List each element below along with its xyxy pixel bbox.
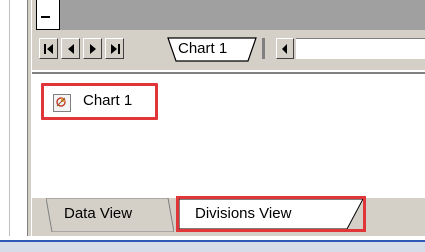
tab-data-view[interactable]: Data View — [46, 198, 174, 232]
sheet-tab-label: Chart 1 — [178, 40, 228, 57]
cell-stub — [36, 0, 60, 30]
sheet-tab-chart-1[interactable]: Chart 1 — [164, 36, 260, 62]
cell-dash — [41, 16, 50, 18]
first-sheet-button[interactable] — [39, 38, 58, 59]
tab-divisions-view-label: Divisions View — [195, 205, 292, 222]
left-divider — [9, 0, 10, 236]
tab-data-view-label: Data View — [64, 205, 133, 222]
chart-icon — [53, 94, 71, 112]
tab-separator — [262, 38, 265, 59]
tree-item-chart-1[interactable]: Chart 1 — [41, 83, 158, 120]
scroll-left-icon — [282, 43, 287, 54]
grid-header — [40, 0, 425, 30]
last-sheet-button[interactable] — [105, 38, 124, 59]
last-sheet-icon — [110, 43, 120, 54]
horizontal-scrollbar[interactable] — [296, 38, 425, 59]
tab-scroll-left-button[interactable] — [276, 38, 294, 59]
next-sheet-icon — [89, 43, 96, 54]
window-frame — [27, 0, 31, 236]
previous-sheet-icon — [67, 43, 74, 54]
taskbar-edge — [0, 240, 425, 252]
next-sheet-button[interactable] — [83, 38, 102, 59]
tree-item-label: Chart 1 — [83, 92, 133, 109]
tab-divisions-view[interactable]: Divisions View — [176, 196, 366, 232]
previous-sheet-button[interactable] — [61, 38, 80, 59]
first-sheet-icon — [43, 43, 53, 54]
